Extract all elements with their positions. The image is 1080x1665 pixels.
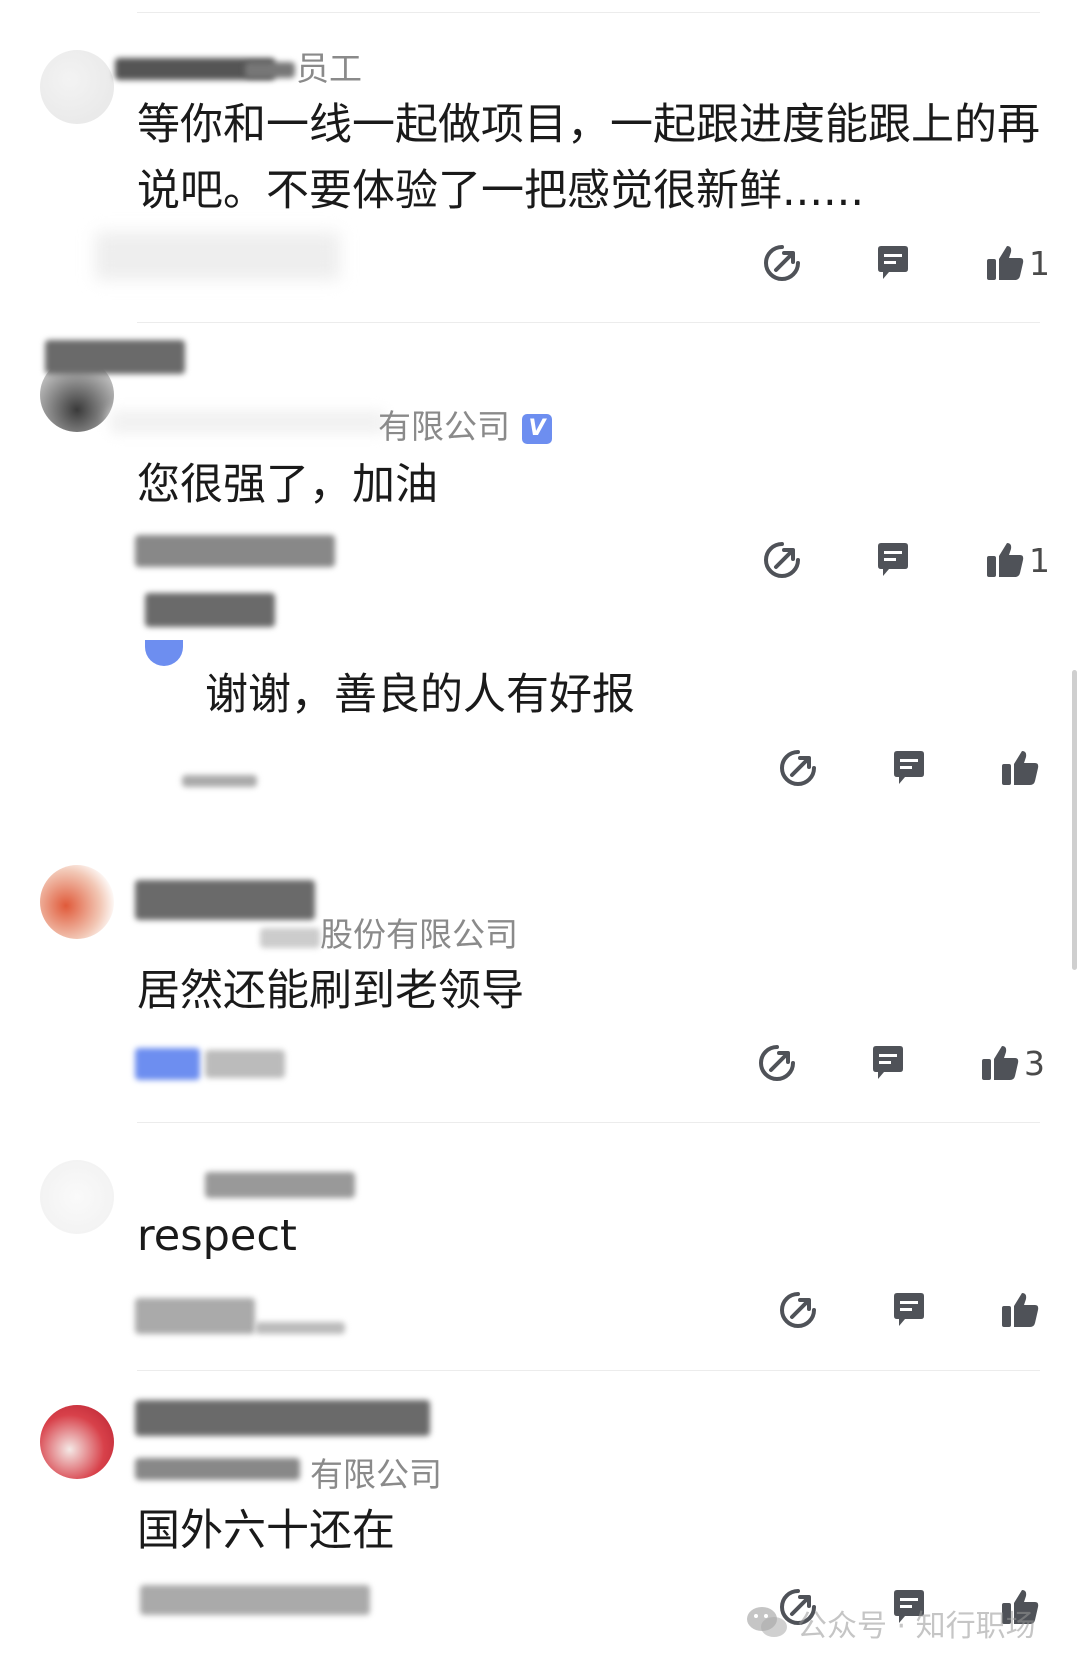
like-count: 1 [1029, 540, 1050, 580]
like-control[interactable] [1000, 1290, 1044, 1330]
share-icon[interactable] [778, 1290, 818, 1330]
timestamp-redacted [95, 232, 340, 280]
reply-bubble-icon[interactable] [889, 1290, 929, 1330]
username-redacted [245, 62, 295, 78]
scrollbar[interactable] [1072, 670, 1077, 970]
reply-username-redacted [145, 593, 275, 627]
watermark-text: 公众号 · 知行职场 [797, 1609, 1036, 1644]
username-redacted [135, 1400, 430, 1436]
like-count: 3 [1024, 1043, 1045, 1083]
username-redacted [135, 880, 315, 920]
reply-bubble-icon[interactable] [868, 1043, 908, 1083]
like-count: 1 [1029, 243, 1050, 283]
avatar[interactable] [40, 865, 114, 939]
timestamp-redacted [135, 1048, 200, 1080]
comment-text: 居然还能刷到老领导 [137, 966, 524, 1016]
thumbs-up-icon[interactable] [1000, 1290, 1040, 1330]
watermark: 公众号 · 知行职场 [745, 1600, 1036, 1646]
thumbs-up-icon[interactable] [1000, 748, 1040, 788]
share-icon[interactable] [778, 748, 818, 788]
company-redacted [110, 410, 385, 434]
reply-timestamp-redacted [182, 775, 257, 787]
like-control[interactable]: 3 [980, 1043, 1045, 1083]
timestamp-redacted [205, 1050, 285, 1078]
like-control[interactable] [1000, 748, 1044, 788]
share-icon[interactable] [762, 243, 802, 283]
reply-bubble-icon[interactable] [873, 540, 913, 580]
like-control[interactable]: 1 [985, 243, 1050, 283]
share-icon[interactable] [762, 540, 802, 580]
thumbs-up-icon[interactable] [980, 1043, 1020, 1083]
comment-text: 等你和一线一起做项目，一起跟进度能跟上的再说吧。不要体验了一把感觉很新鲜....… [137, 100, 1040, 216]
avatar[interactable] [40, 50, 114, 124]
user-title: 员工 [296, 49, 362, 88]
reply-bubble-icon[interactable] [889, 748, 929, 788]
divider [137, 322, 1040, 323]
timestamp-redacted [135, 1298, 255, 1334]
thumbs-up-icon[interactable] [985, 243, 1025, 283]
company-text: 有限公司 [310, 1455, 442, 1494]
verified-icon: V [522, 414, 552, 444]
divider [137, 1370, 1040, 1371]
share-icon[interactable] [757, 1043, 797, 1083]
comment-text: 国外六十还在 [137, 1506, 395, 1556]
reply-bubble-icon[interactable] [873, 243, 913, 283]
username-redacted [45, 340, 185, 374]
company-redacted [260, 928, 320, 948]
comment-text: respect [137, 1211, 297, 1261]
timestamp-redacted [135, 535, 335, 567]
reply-avatar[interactable] [145, 640, 183, 666]
thumbs-up-icon[interactable] [985, 540, 1025, 580]
company-text: 有限公司 [378, 407, 510, 446]
divider [137, 1122, 1040, 1123]
company-redacted [135, 1458, 300, 1480]
wechat-icon [747, 1607, 787, 1637]
user-company: 有限公司 V [378, 400, 552, 448]
company-text: 股份有限公司 [320, 915, 518, 954]
avatar[interactable] [40, 1405, 114, 1479]
like-control[interactable]: 1 [985, 540, 1050, 580]
reply-text: 谢谢，善良的人有好报 [205, 670, 635, 720]
comment-text: 您很强了，加油 [137, 460, 438, 510]
username-redacted [205, 1172, 355, 1198]
timestamp-redacted [140, 1585, 370, 1615]
timestamp-redacted [255, 1322, 345, 1334]
avatar[interactable] [40, 1160, 114, 1234]
divider [137, 12, 1040, 13]
